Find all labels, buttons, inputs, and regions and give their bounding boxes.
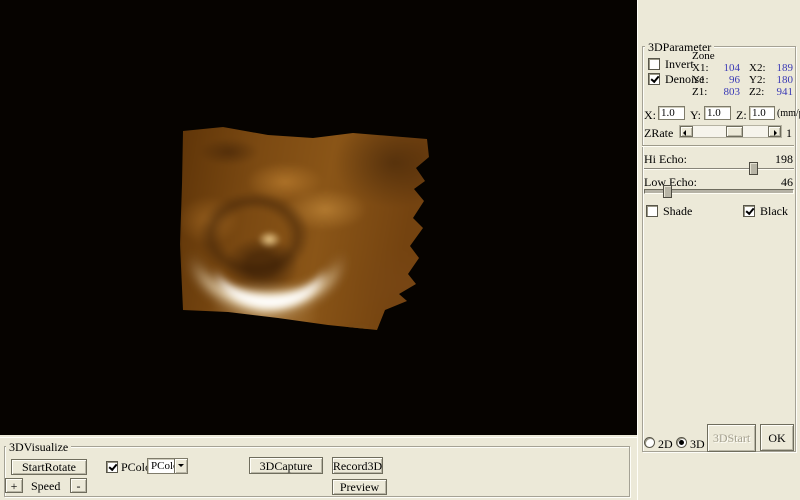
- hi-echo-slider-track[interactable]: [644, 168, 794, 170]
- low-echo-slider-thumb[interactable]: [663, 185, 672, 198]
- section-divider: [642, 145, 794, 147]
- zone-x1-value: 104: [706, 62, 740, 74]
- zone-y1-value: 96: [706, 74, 740, 86]
- pcolor-checkbox[interactable]: [106, 461, 118, 473]
- chevron-down-icon: [178, 464, 184, 467]
- pcolor-dropdown-button[interactable]: [174, 459, 187, 473]
- start-rotate-button[interactable]: StartRotate: [11, 459, 87, 475]
- scale-unit-label: (mm/p): [777, 108, 800, 119]
- speed-minus-button[interactable]: -: [70, 478, 87, 493]
- invert-checkbox[interactable]: [648, 58, 660, 70]
- scale-y-input[interactable]: [704, 106, 731, 120]
- shade-label: Shade: [663, 204, 692, 219]
- mode-2d-radio[interactable]: [644, 437, 655, 448]
- zone-z2-value: 941: [759, 86, 793, 98]
- mode-3d-radio[interactable]: [676, 437, 687, 448]
- speed-label: Speed: [31, 479, 60, 494]
- zrate-left-arrow-icon[interactable]: [680, 126, 693, 137]
- zrate-value: 1: [786, 126, 792, 141]
- invert-label: Invert: [665, 57, 694, 72]
- zrate-right-arrow-icon[interactable]: [768, 126, 781, 137]
- shade-checkbox[interactable]: [646, 205, 658, 217]
- ultrasound-3d-app: { "param_panel": { "title": "3DParameter…: [0, 0, 800, 500]
- speed-plus-button[interactable]: +: [5, 478, 23, 493]
- zrate-scrollbar-thumb[interactable]: [726, 126, 743, 137]
- mode-3d-label: 3D: [690, 437, 705, 452]
- ok-button[interactable]: OK: [760, 424, 794, 451]
- zone-y2-value: 180: [759, 74, 793, 86]
- visualize-group-title: 3DVisualize: [6, 440, 71, 455]
- zrate-label: ZRate: [644, 126, 673, 141]
- zone-x2-value: 189: [759, 62, 793, 74]
- zrate-scrollbar[interactable]: [679, 125, 782, 138]
- visualize-panel: 3DVisualize StartRotate + Speed - PColor…: [0, 437, 637, 500]
- scale-z-label: Z:: [736, 108, 747, 123]
- hi-echo-slider-thumb[interactable]: [749, 162, 758, 175]
- ultrasound-volume-image[interactable]: [178, 124, 432, 338]
- scale-y-label: Y:: [690, 108, 701, 123]
- record-button[interactable]: Record3D: [332, 457, 383, 474]
- start3d-button[interactable]: 3DStart: [707, 424, 756, 452]
- hi-echo-value: 198: [753, 152, 793, 167]
- mode-2d-label: 2D: [658, 437, 673, 452]
- parameter-panel: 3DParameter Invert Denoise Zone X1: 104 …: [637, 0, 800, 500]
- scale-z-input[interactable]: [749, 106, 775, 120]
- hi-echo-label: Hi Echo:: [644, 152, 687, 167]
- capture-button[interactable]: 3DCapture: [249, 457, 323, 474]
- zone-title: Zone: [692, 50, 715, 62]
- volume-fragment: [346, 324, 368, 331]
- low-echo-value: 46: [753, 175, 793, 190]
- volume-bright-crescent-core: [216, 224, 324, 308]
- black-label: Black: [760, 204, 788, 219]
- zone-z1-value: 803: [706, 86, 740, 98]
- denoise-checkbox[interactable]: [648, 73, 660, 85]
- scale-x-label: X:: [644, 108, 656, 123]
- zone-z1-label: Z1:: [692, 86, 707, 98]
- scale-x-input[interactable]: [658, 106, 685, 120]
- render-viewport[interactable]: [0, 0, 637, 435]
- preview-button[interactable]: Preview: [332, 479, 387, 495]
- black-checkbox[interactable]: [743, 205, 755, 217]
- pcolor-dropdown[interactable]: PColor: [147, 458, 188, 474]
